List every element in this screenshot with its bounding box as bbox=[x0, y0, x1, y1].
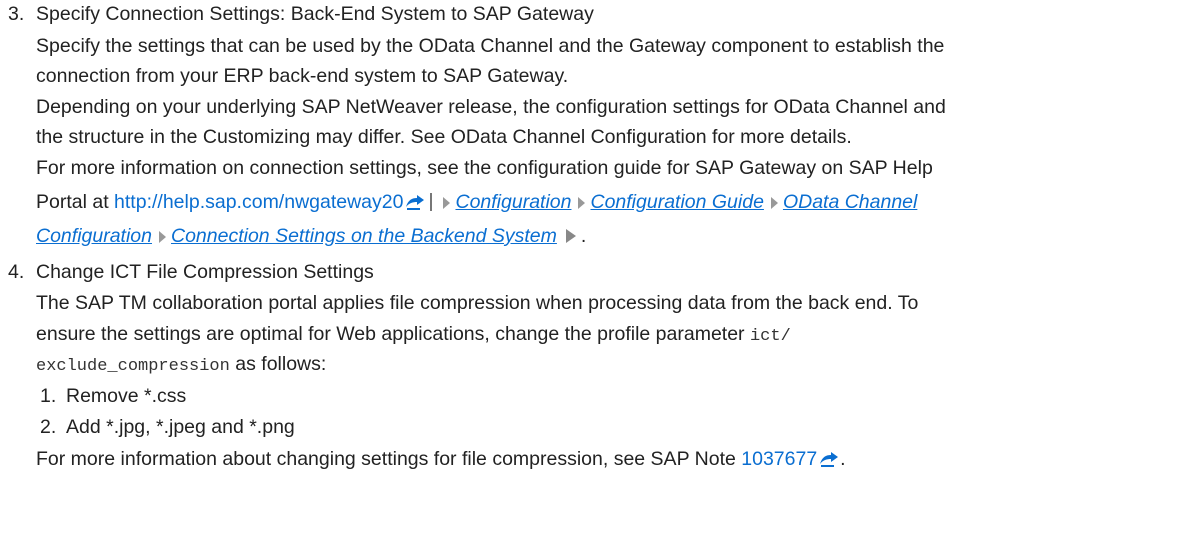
external-link-icon bbox=[818, 450, 840, 474]
nav-configuration-guide[interactable]: Configuration Guide bbox=[590, 191, 763, 213]
chevron-right-icon bbox=[158, 226, 167, 250]
nav-configuration[interactable]: Configuration bbox=[455, 191, 571, 213]
item-3-p2-line2: the structure in the Customizing may dif… bbox=[36, 126, 852, 148]
separator-bar-icon bbox=[430, 193, 433, 211]
item-4-number: 4. bbox=[8, 261, 25, 283]
help-portal-link[interactable]: http://help.sap.com/nwgateway20 bbox=[114, 191, 403, 213]
item-4-p1-line3: exclude_compression as follows: bbox=[36, 352, 326, 379]
chevron-right-icon bbox=[770, 192, 779, 216]
sap-note-link[interactable]: 1037677 bbox=[741, 448, 817, 470]
param-code-part2: exclude_compression bbox=[36, 357, 230, 376]
item-3-p2-line1: Depending on your underlying SAP NetWeav… bbox=[36, 96, 946, 118]
item-3-p3-line2: Portal at http://help.sap.com/nwgateway2… bbox=[36, 190, 917, 217]
item-4-p1-line2-text: ensure the settings are optimal for Web … bbox=[36, 323, 750, 345]
chevron-right-icon bbox=[577, 192, 586, 216]
item-3-p3-line3: Configuration Connection Settings on the … bbox=[36, 224, 586, 250]
item-3-p1-line1: Specify the settings that can be used by… bbox=[36, 35, 945, 57]
nav-configuration-2[interactable]: Configuration bbox=[36, 225, 152, 247]
nav-connection-settings[interactable]: Connection Settings on the Backend Syste… bbox=[171, 225, 557, 247]
sub-item-1-text: Remove *.css bbox=[66, 385, 187, 407]
sub-item-2-text: Add *.jpg, *.jpeg and *.png bbox=[66, 416, 295, 438]
item-4-title: Change ICT File Compression Settings bbox=[36, 261, 374, 283]
end-punctuation: . bbox=[580, 225, 587, 247]
item-3-p3-line1: For more information on connection setti… bbox=[36, 157, 933, 179]
param-code-part1: ict/ bbox=[749, 327, 791, 346]
item-3-number: 3. bbox=[8, 3, 25, 25]
nav-odata-channel[interactable]: OData Channel bbox=[783, 191, 917, 213]
sap-note-text: For more information about changing sett… bbox=[36, 448, 742, 470]
item-3-p1-line2: connection from your ERP back-end system… bbox=[36, 65, 569, 87]
item-4-p1-line1: The SAP TM collaboration portal applies … bbox=[36, 292, 919, 314]
as-follows-text: as follows: bbox=[229, 353, 327, 375]
sub-item-1-number: 1. bbox=[40, 385, 57, 407]
chevron-end-icon bbox=[565, 226, 577, 250]
item-4-p1-line2: ensure the settings are optimal for Web … bbox=[36, 322, 791, 349]
item-3-title: Specify Connection Settings: Back-End Sy… bbox=[36, 3, 594, 25]
sub-item-2-number: 2. bbox=[40, 416, 57, 438]
note-end-punctuation: . bbox=[840, 448, 846, 470]
portal-at-text: Portal at bbox=[36, 191, 115, 213]
sap-note-line: For more information about changing sett… bbox=[36, 447, 846, 474]
document-page: 3. Specify Connection Settings: Back-End… bbox=[0, 0, 1194, 551]
external-link-icon bbox=[404, 193, 426, 217]
chevron-right-icon bbox=[442, 192, 451, 216]
